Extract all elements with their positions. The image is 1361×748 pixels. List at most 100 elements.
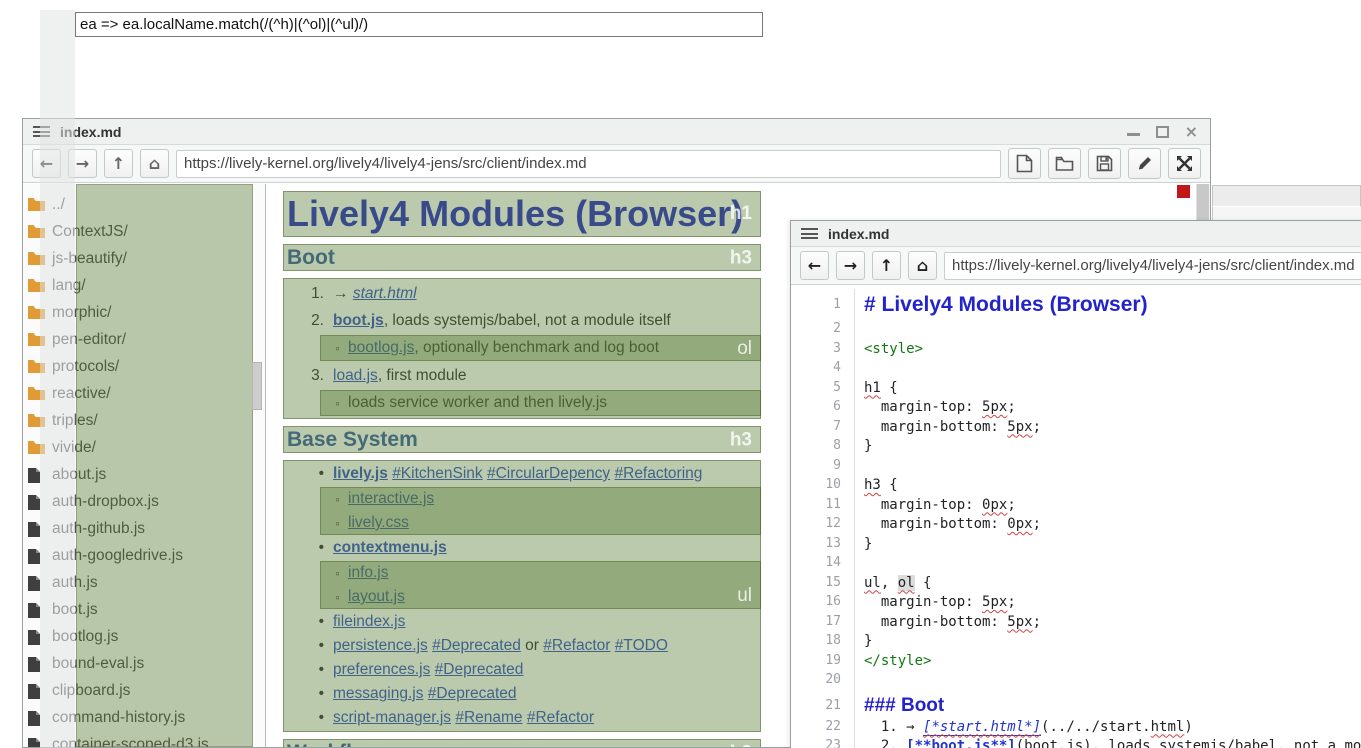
save-button[interactable] xyxy=(1088,148,1121,179)
code-token-hdr: ### Boot xyxy=(864,695,944,716)
markdown-link[interactable]: start.html xyxy=(353,285,417,302)
code-token: 2. xyxy=(864,738,906,748)
sidebar-item-about.js[interactable]: about.js xyxy=(23,461,265,488)
sidebar-item-triples[interactable]: triples/ xyxy=(23,407,265,434)
code-token: (boot. xyxy=(1016,738,1067,748)
sidebar-item-boot.js[interactable]: boot.js xyxy=(23,596,265,623)
markdown-link[interactable]: #Deprecated xyxy=(428,685,517,702)
url-input[interactable] xyxy=(176,150,1001,178)
list-marker: ◦ xyxy=(320,390,348,416)
sidebar-item-pen-editor[interactable]: pen-editor/ xyxy=(23,326,265,353)
list-item-text: preferences.js #Deprecated xyxy=(333,658,523,682)
code-token-lnkb: [**boot.js**] xyxy=(906,738,1016,748)
minimize-button[interactable] xyxy=(1127,126,1140,138)
file-icon xyxy=(27,629,47,645)
home-button[interactable]: ⌂ xyxy=(140,149,169,178)
code-editor[interactable]: 1# Lively4 Modules (Browser)23<style>45h… xyxy=(791,285,1361,748)
url-input[interactable] xyxy=(944,252,1361,280)
hamburger-icon[interactable] xyxy=(33,126,50,137)
new-file-button[interactable] xyxy=(1008,148,1041,179)
list-item: •preferences.js #Deprecated xyxy=(283,658,761,682)
sidebar-item-js-beautify[interactable]: js-beautify/ xyxy=(23,245,265,272)
list-marker: ◦ xyxy=(320,487,348,511)
sidebar-item-auth-googledrive.js[interactable]: auth-googledrive.js xyxy=(23,542,265,569)
sidebar-item-reactive[interactable]: reactive/ xyxy=(23,380,265,407)
content-scrollbar-thumb[interactable] xyxy=(1197,184,1209,220)
markdown-link[interactable]: #Deprecated xyxy=(435,661,524,678)
filter-input[interactable] xyxy=(75,12,763,37)
sidebar-item-command-history.js[interactable]: command-history.js xyxy=(23,704,265,731)
markdown-link[interactable]: #CircularDepency xyxy=(487,465,610,482)
sidebar-item-auth-dropbox.js[interactable]: auth-dropbox.js xyxy=(23,488,265,515)
new-file-icon xyxy=(1016,154,1033,173)
markdown-link[interactable]: fileindex.js xyxy=(333,613,405,630)
code-line: 12 margin-bottom: 0px; xyxy=(791,516,1361,536)
markdown-link[interactable]: #Deprecated xyxy=(432,637,521,654)
markdown-link[interactable]: #Rename xyxy=(455,709,522,726)
markdown-link[interactable]: bootlog.js xyxy=(348,339,414,356)
maximize-button[interactable] xyxy=(1156,126,1169,138)
open-folder-button[interactable] xyxy=(1048,148,1081,179)
markdown-link[interactable]: preferences.js xyxy=(333,661,430,678)
markdown-link[interactable]: boot.js xyxy=(333,312,384,329)
line-number: 20 xyxy=(791,672,855,692)
forward-button[interactable]: → xyxy=(68,149,97,178)
line-number: 23 xyxy=(791,738,855,748)
sidebar-item-container-scoped-d3.js[interactable]: container-scoped-d3.js xyxy=(23,731,265,747)
back-button[interactable]: ← xyxy=(800,251,829,280)
forward-button[interactable]: → xyxy=(836,251,865,280)
sidebar-item-auth.js[interactable]: auth.js xyxy=(23,569,265,596)
window-title: index.md xyxy=(60,124,121,140)
back-button[interactable]: ← xyxy=(32,149,61,178)
markdown-link[interactable]: interactive.js xyxy=(348,490,434,507)
sidebar-item-auth-github.js[interactable]: auth-github.js xyxy=(23,515,265,542)
markdown-link[interactable]: #Refactor xyxy=(527,709,594,726)
markdown-link[interactable]: layout.js xyxy=(348,588,405,605)
sidebar-item-..[interactable]: ../ xyxy=(23,191,265,218)
code-text: 1. → [*start.html*](../../start.html) xyxy=(855,719,1193,739)
nested-list-item: ◦lively.css xyxy=(320,511,761,535)
sidebar-item-label: vivide/ xyxy=(52,439,96,457)
up-button[interactable]: ↑ xyxy=(104,149,133,178)
markdown-link[interactable]: #KitchenSink xyxy=(392,465,482,482)
markdown-link[interactable]: info.js xyxy=(348,564,389,581)
sidebar-item-clipboard.js[interactable]: clipboard.js xyxy=(23,677,265,704)
line-number: 5 xyxy=(791,380,855,400)
sidebar-item-ContextJS[interactable]: ContextJS/ xyxy=(23,218,265,245)
markdown-link[interactable]: lively.js xyxy=(333,465,388,482)
sidebar-item-lang[interactable]: lang/ xyxy=(23,272,265,299)
code-text xyxy=(855,672,864,692)
code-text: 2. [**boot.js**](boot.js), loads systemj… xyxy=(855,738,1361,748)
markdown-link[interactable]: messaging.js xyxy=(333,685,423,702)
markdown-link[interactable]: #TODO xyxy=(615,637,668,654)
sidebar-item-label: ContextJS/ xyxy=(52,223,128,241)
markdown-link[interactable]: load.js xyxy=(333,367,378,384)
markdown-text: loads service worker and then lively.js xyxy=(348,394,607,411)
sidebar-item-label: clipboard.js xyxy=(52,682,130,700)
code-text: } xyxy=(855,438,872,458)
markdown-link[interactable]: contextmenu.js xyxy=(333,539,447,556)
sidebar-item-morphic[interactable]: morphic/ xyxy=(23,299,265,326)
markdown-link[interactable]: lively.css xyxy=(348,514,409,531)
sidebar-scrollbar-thumb[interactable] xyxy=(252,362,262,410)
sidebar-item-vivide[interactable]: vivide/ xyxy=(23,434,265,461)
sidebar-item-label: lang/ xyxy=(52,277,86,295)
code-token-wavy: html xyxy=(1151,719,1185,735)
close-button[interactable]: × xyxy=(1185,126,1198,138)
heading-text: Base System xyxy=(287,428,418,451)
line-number: 7 xyxy=(791,419,855,439)
sidebar-item-protocols[interactable]: protocols/ xyxy=(23,353,265,380)
markdown-link[interactable]: script-manager.js xyxy=(333,709,451,726)
expand-button[interactable] xyxy=(1168,148,1201,179)
home-button[interactable]: ⌂ xyxy=(908,251,937,280)
sidebar-item-bootlog.js[interactable]: bootlog.js xyxy=(23,623,265,650)
hamburger-icon[interactable] xyxy=(801,228,818,239)
up-button[interactable]: ↑ xyxy=(872,251,901,280)
code-text: margin-top: 5px; xyxy=(855,399,1016,419)
markdown-link[interactable]: #Refactoring xyxy=(615,465,703,482)
sidebar-item-bound-eval.js[interactable]: bound-eval.js xyxy=(23,650,265,677)
markdown-link[interactable]: persistence.js xyxy=(333,637,428,654)
edit-button[interactable] xyxy=(1128,148,1161,179)
code-token-wavy: 5px xyxy=(982,399,1007,415)
markdown-link[interactable]: #Refactor xyxy=(543,637,610,654)
